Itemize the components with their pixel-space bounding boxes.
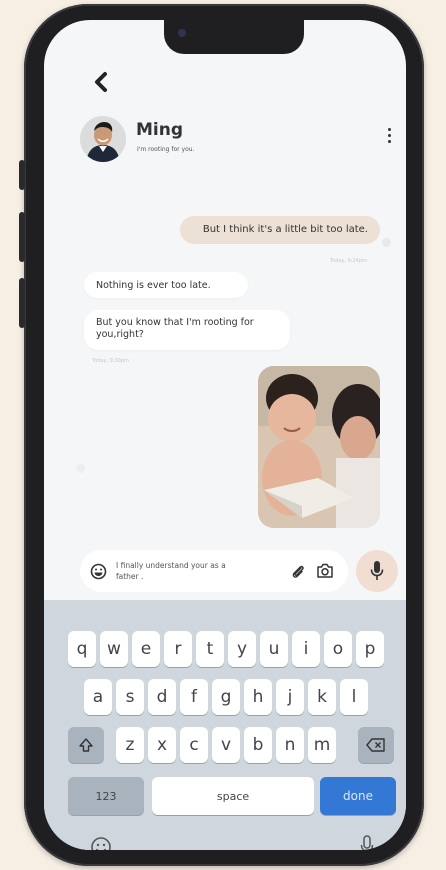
key-m[interactable]: m: [308, 727, 336, 763]
side-button: [19, 212, 25, 262]
message-timestamp: Today, 9:30pm: [92, 358, 129, 364]
key-o[interactable]: o: [324, 631, 352, 667]
side-button: [19, 160, 25, 190]
backspace-icon: [366, 738, 385, 752]
key-v[interactable]: v: [212, 727, 240, 763]
key-s[interactable]: s: [116, 679, 144, 715]
contact-name[interactable]: Ming: [136, 120, 183, 140]
key-q[interactable]: q: [68, 631, 96, 667]
more-options-button[interactable]: [385, 128, 393, 148]
space-key[interactable]: space: [152, 777, 314, 815]
key-n[interactable]: n: [276, 727, 304, 763]
key-g[interactable]: g: [212, 679, 240, 715]
emoji-icon[interactable]: [90, 563, 107, 580]
more-vertical-icon: [385, 128, 393, 143]
front-camera: [178, 29, 186, 37]
done-key[interactable]: done: [320, 777, 396, 815]
contact-status: I'm rooting for you.: [137, 146, 195, 153]
message-composer[interactable]: I finally understand your as a father .: [80, 550, 348, 592]
emoji-icon[interactable]: [90, 836, 112, 850]
key-c[interactable]: c: [180, 727, 208, 763]
paperclip-icon[interactable]: [290, 563, 306, 579]
key-f[interactable]: f: [180, 679, 208, 715]
key-t[interactable]: t: [196, 631, 224, 667]
side-button: [19, 278, 25, 328]
shift-key[interactable]: [68, 727, 104, 763]
bubble-tail: [382, 238, 391, 247]
key-h[interactable]: h: [244, 679, 272, 715]
notch: [164, 20, 304, 54]
key-p[interactable]: p: [356, 631, 384, 667]
onscreen-keyboard: qwertyuiop asdfghjkl zxcvbnm 123 space d…: [44, 600, 406, 850]
key-a[interactable]: a: [84, 679, 112, 715]
key-z[interactable]: z: [116, 727, 144, 763]
message-text: But I think it's a little bit too late.: [202, 224, 368, 235]
message-text: Nothing is ever too late.: [96, 280, 211, 291]
avatar-image: [80, 116, 126, 162]
shift-icon: [79, 738, 93, 752]
back-button[interactable]: [88, 68, 116, 96]
message-timestamp: Today, 9:24pm: [330, 258, 367, 264]
avatar[interactable]: [80, 116, 126, 162]
message-input[interactable]: I finally understand your as a father .: [116, 560, 246, 582]
message-bubble-incoming[interactable]: But you know that I'm rooting for you,ri…: [84, 310, 290, 350]
camera-icon[interactable]: [316, 562, 334, 579]
key-k[interactable]: k: [308, 679, 336, 715]
chat-screen: Ming I'm rooting for you. But I think it…: [44, 20, 406, 850]
key-r[interactable]: r: [164, 631, 192, 667]
voice-record-button[interactable]: [356, 550, 398, 592]
key-b[interactable]: b: [244, 727, 272, 763]
numbers-key[interactable]: 123: [68, 777, 144, 815]
message-bubble-outgoing[interactable]: But I think it's a little bit too late.: [180, 216, 380, 244]
message-bubble-incoming[interactable]: Nothing is ever too late.: [84, 272, 248, 298]
microphone-icon[interactable]: [360, 834, 374, 850]
key-j[interactable]: j: [276, 679, 304, 715]
message-image[interactable]: [258, 366, 380, 528]
key-e[interactable]: e: [132, 631, 160, 667]
key-l[interactable]: l: [340, 679, 368, 715]
message-text: But you know that I'm rooting for you,ri…: [96, 317, 254, 340]
key-w[interactable]: w: [100, 631, 128, 667]
key-x[interactable]: x: [148, 727, 176, 763]
key-u[interactable]: u: [260, 631, 288, 667]
microphone-icon: [370, 561, 384, 580]
chevron-left-icon: [95, 72, 107, 92]
photo-image: [258, 366, 380, 528]
key-d[interactable]: d: [148, 679, 176, 715]
key-i[interactable]: i: [292, 631, 320, 667]
key-y[interactable]: y: [228, 631, 256, 667]
typing-indicator: [76, 464, 85, 473]
backspace-key[interactable]: [358, 727, 394, 763]
